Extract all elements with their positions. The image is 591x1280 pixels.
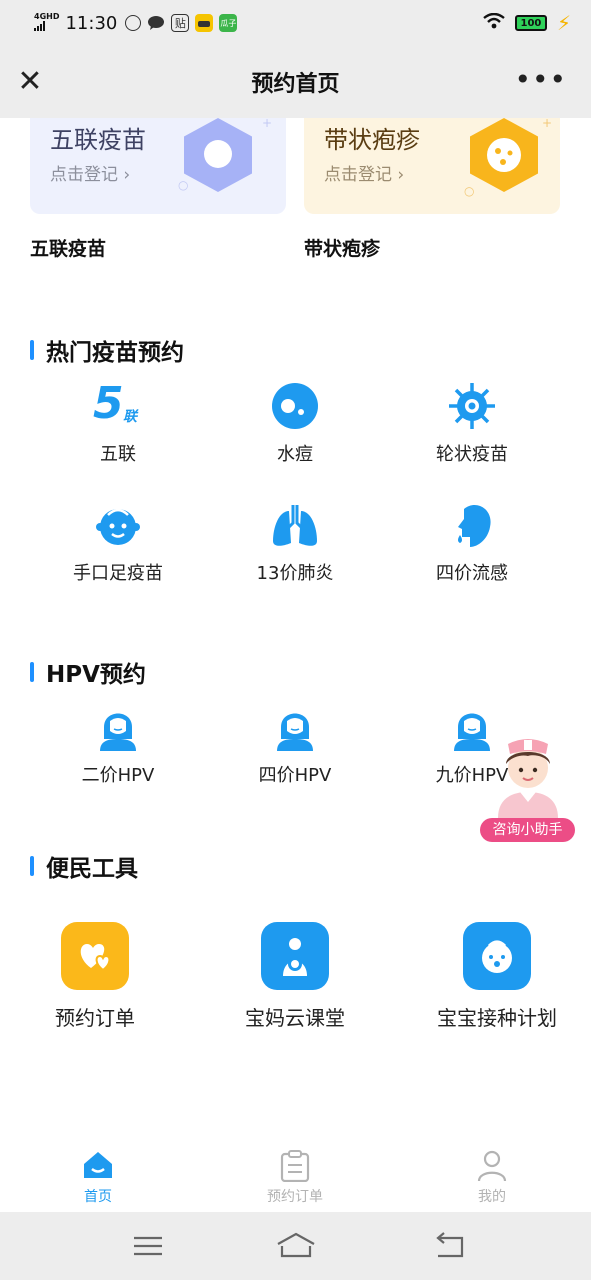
guazi-icon: 瓜子 [219,14,238,32]
tab-label: 预约订单 [267,1189,323,1205]
page-title: 预约首页 [251,72,340,97]
tool-mom-class[interactable]: 宝妈云课堂 [200,922,390,1031]
tool-label: 宝妈云课堂 [245,1006,345,1030]
mother-baby-icon [261,922,329,990]
grid-item-label: 水痘 [277,444,313,465]
close-icon[interactable]: ✕ [14,66,46,98]
nurse-avatar-icon [490,734,566,818]
card-label: 五联疫苗 [30,238,107,260]
app-header: ✕ 预约首页 ••• [0,46,591,118]
section-title-hot: 热门疫苗预约 [30,333,184,367]
card-label: 带状疱疹 [304,238,381,260]
grid-item-label: 轮状疫苗 [436,444,508,465]
tab-mine[interactable]: 我的 [442,1150,542,1206]
tool-orders[interactable]: 预约订单 [0,922,190,1031]
grid-item-chickenpox[interactable]: 水痘 [205,382,385,466]
grid-item-label: 13价肺炎 [256,563,334,584]
bottom-tab-bar: 首页 预约订单 我的 [0,1140,591,1212]
section-title-hpv: HPV预约 [30,655,146,689]
virus-badge-icon [470,118,538,192]
tieba-icon: 贴 [171,14,190,32]
woman-icon [98,703,138,751]
wifi-icon [483,12,505,33]
menu-icon[interactable] [128,1230,168,1262]
tool-label: 宝宝接种计划 [437,1006,557,1030]
tab-home[interactable]: 首页 [48,1150,148,1206]
home-nav-icon[interactable] [274,1230,318,1262]
sparkle-icon: + [262,118,273,130]
user-icon [442,1150,542,1182]
back-icon[interactable] [430,1230,470,1262]
grid-item-label: 四价流感 [436,563,508,584]
assistant-label: 咨询小助手 [480,818,575,842]
grid-item-pneumonia[interactable]: 13价肺炎 [205,501,385,585]
woman-icon [275,703,315,751]
grid-item-hfmd[interactable]: 手口足疫苗 [28,501,208,585]
five-combo-icon: 5 联 [93,378,137,429]
tool-baby-plan[interactable]: 宝宝接种计划 [402,922,591,1031]
grid-item-rotavirus[interactable]: 轮状疫苗 [382,382,562,466]
section-accent-bar [30,856,34,876]
battery-icon: 100 [514,15,547,31]
network-type: 4GHD [34,12,60,21]
section-accent-bar [30,662,34,682]
qq-icon [125,15,142,31]
baby-face-icon [463,922,531,990]
card-five-combo[interactable]: 五联疫苗 点击登记 › ○ + [30,118,286,214]
lungs-icon [271,501,319,549]
vaccine-badge-icon [184,118,252,192]
signal-icon [34,21,45,31]
section-accent-bar [30,340,34,360]
message-icon [147,14,165,32]
assistant-float-button[interactable]: 咨询小助手 [480,734,576,842]
hearts-icon [61,922,129,990]
clipboard-icon [245,1150,345,1183]
grid-item-label: 五联 [100,444,136,465]
grid-item-label: 二价HPV [81,765,155,786]
tab-label: 我的 [478,1189,506,1205]
sparkle-icon: + [542,118,553,130]
grid-item-hpv4[interactable]: 四价HPV [205,703,385,787]
home-icon [48,1150,148,1182]
card-title: 五联疫苗 [50,126,146,154]
chickenpox-icon [271,382,319,430]
network-indicator: 4GHD [34,12,59,34]
grid-item-flu[interactable]: 四价流感 [382,501,562,585]
power-saving-icon: ⚡ [556,11,571,35]
grid-item-label: 四价HPV [258,765,332,786]
hfmd-face-icon [94,501,142,549]
clock: 11:30 [65,12,118,34]
sparkle-icon: ○ [464,184,475,198]
more-icon[interactable]: ••• [514,66,567,94]
system-nav-bar [0,1212,591,1280]
tab-label: 首页 [84,1189,112,1205]
card-shingles[interactable]: 带状疱疹 点击登记 › ○ + [304,118,560,214]
grid-item-five-combo[interactable]: 5 联 五联 [28,378,208,466]
tool-label: 预约订单 [55,1006,135,1030]
sparkle-icon: ○ [178,178,189,192]
section-title-tools: 便民工具 [30,849,138,883]
game-icon [195,14,214,32]
grid-item-label: 手口足疫苗 [73,563,163,584]
status-bar: 4GHD 11:30 贴 瓜子 100 ⚡ [0,0,591,46]
tab-orders[interactable]: 预约订单 [245,1150,345,1206]
flu-icon [448,501,496,549]
grid-item-hpv2[interactable]: 二价HPV [28,703,208,787]
card-title: 带状疱疹 [324,126,420,154]
rotavirus-icon [448,382,496,430]
card-register-link[interactable]: 点击登记 › [324,160,404,185]
card-register-link[interactable]: 点击登记 › [50,160,130,185]
